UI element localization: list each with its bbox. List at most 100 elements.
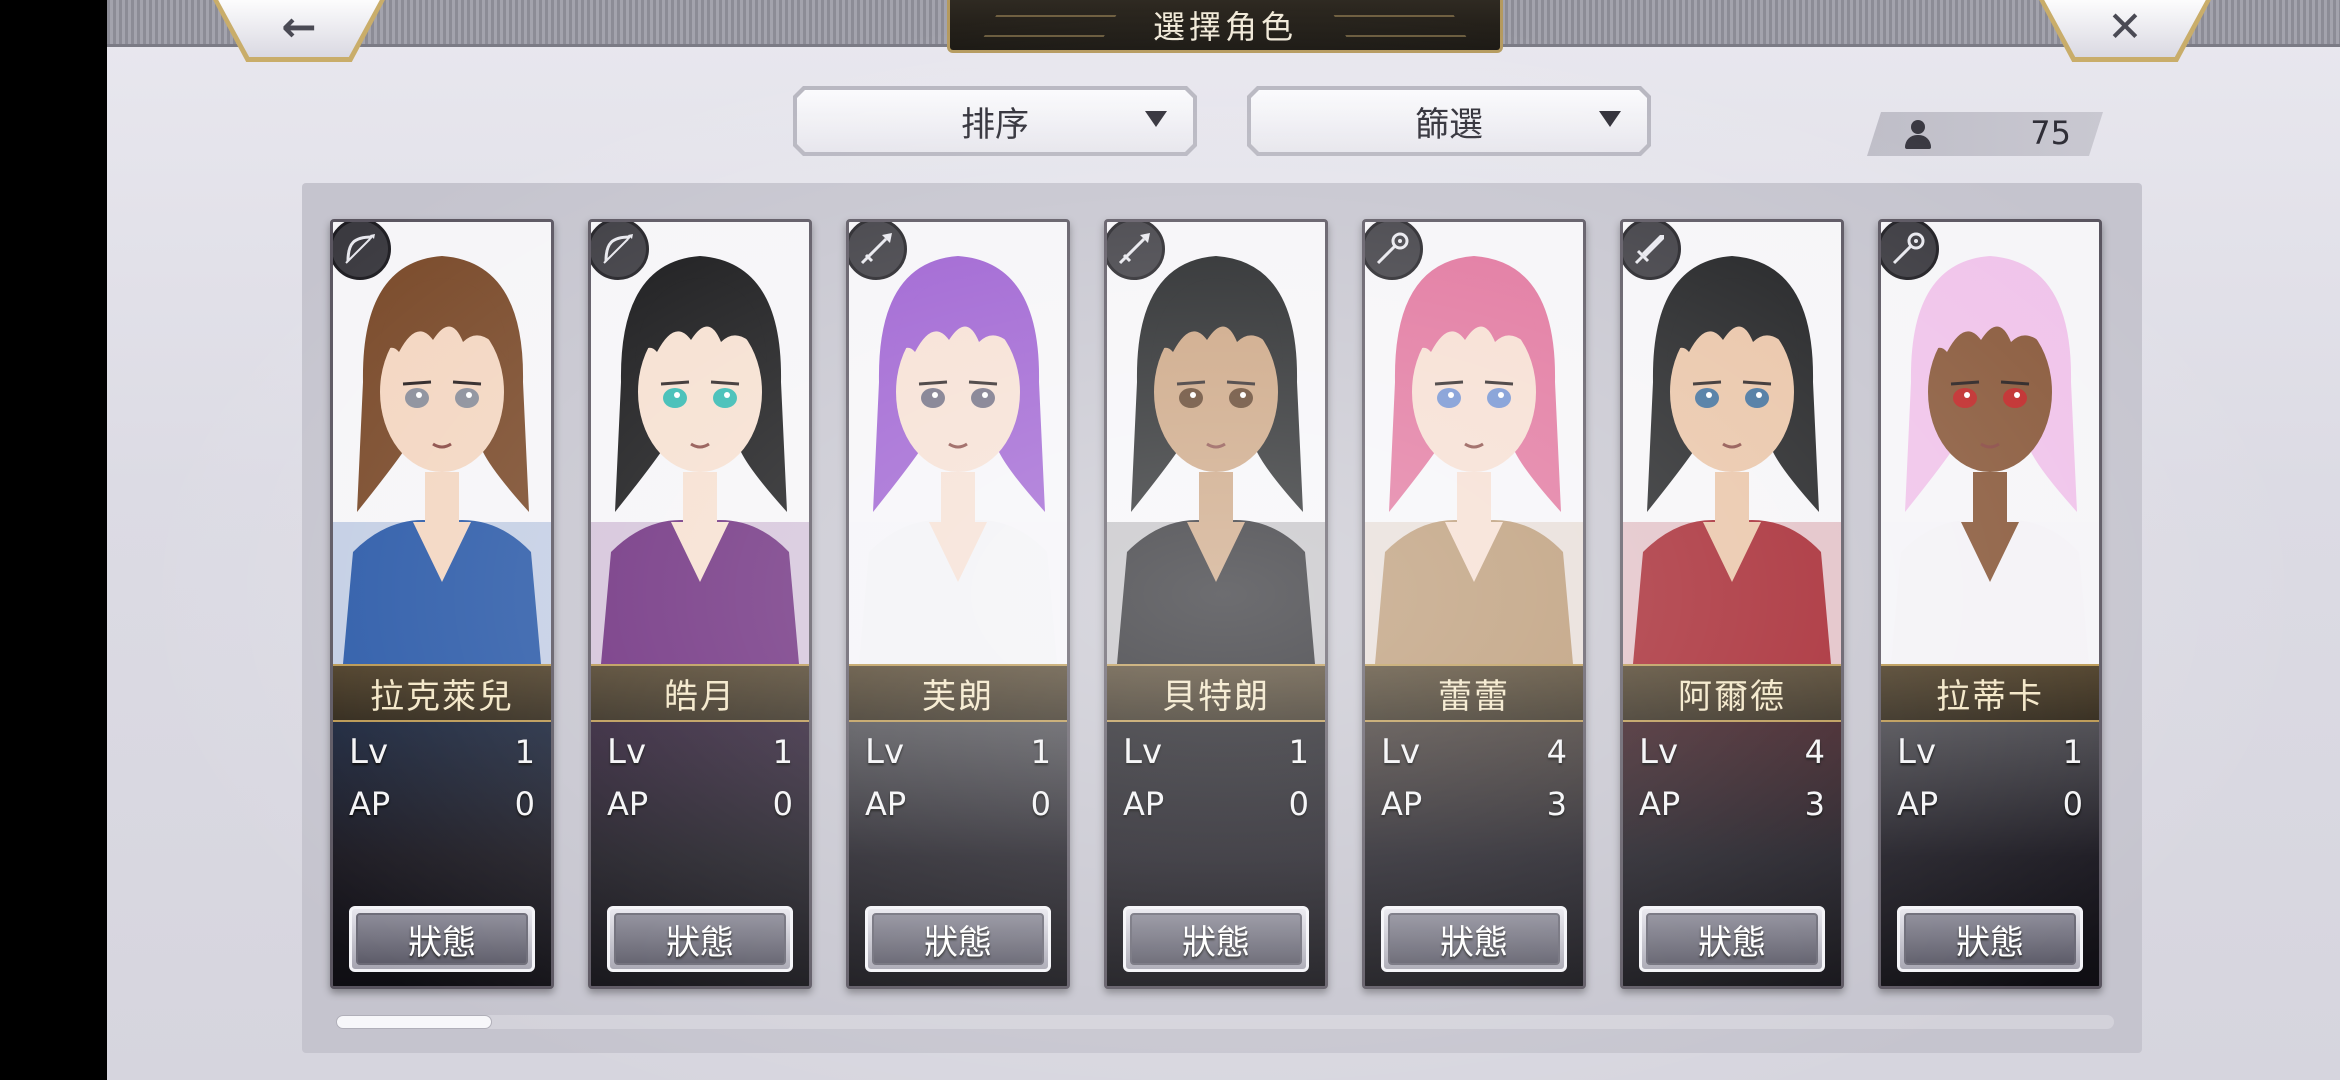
level-label: Lv xyxy=(1897,732,1937,772)
horizontal-scrollbar[interactable] xyxy=(336,1015,2114,1029)
character-portrait[interactable] xyxy=(1365,222,1583,664)
character-count-badge: 75 xyxy=(1867,112,2103,156)
chevron-down-icon xyxy=(1599,111,1621,127)
spear-icon xyxy=(1107,222,1165,280)
bow-icon xyxy=(333,222,391,280)
character-list-panel[interactable]: 拉克萊兒 Lv 1 AP 0 狀態 皓月 Lv 1 AP 0 狀態 芙朗 Lv … xyxy=(302,183,2142,1053)
card-info: 蕾蕾 Lv 4 AP 3 狀態 xyxy=(1365,664,1583,986)
close-icon: ✕ xyxy=(2107,2,2143,51)
character-name: 貝特朗 xyxy=(1107,664,1325,722)
character-name: 拉克萊兒 xyxy=(333,664,551,722)
character-portrait[interactable] xyxy=(1107,222,1325,664)
level-row: Lv 4 xyxy=(1381,730,1567,774)
filter-dropdown[interactable]: 篩選 xyxy=(1247,86,1651,156)
character-name: 芙朗 xyxy=(849,664,1067,722)
sword-icon xyxy=(1623,222,1681,280)
status-button[interactable]: 狀態 xyxy=(1639,906,1825,972)
level-label: Lv xyxy=(349,732,389,772)
back-button[interactable]: ← xyxy=(211,0,387,62)
staff-icon xyxy=(1365,222,1423,280)
ap-label: AP xyxy=(349,785,391,823)
status-button-label: 狀態 xyxy=(1956,922,2024,963)
character-name: 皓月 xyxy=(591,664,809,722)
ap-value: 0 xyxy=(2062,785,2083,823)
level-label: Lv xyxy=(1123,732,1163,772)
ap-row: AP 0 xyxy=(607,782,793,826)
ap-row: AP 0 xyxy=(1123,782,1309,826)
character-portrait[interactable] xyxy=(1881,222,2099,664)
level-row: Lv 1 xyxy=(1897,730,2083,774)
level-value: 4 xyxy=(1546,733,1567,771)
card-info: 芙朗 Lv 1 AP 0 狀態 xyxy=(849,664,1067,986)
character-name: 拉蒂卡 xyxy=(1881,664,2099,722)
card-info: 拉蒂卡 Lv 1 AP 0 狀態 xyxy=(1881,664,2099,986)
ap-value: 3 xyxy=(1804,785,1825,823)
character-card[interactable]: 貝特朗 Lv 1 AP 0 狀態 xyxy=(1104,219,1328,989)
ap-label: AP xyxy=(865,785,907,823)
character-card[interactable]: 拉克萊兒 Lv 1 AP 0 狀態 xyxy=(330,219,554,989)
character-card[interactable]: 芙朗 Lv 1 AP 0 狀態 xyxy=(846,219,1070,989)
character-portrait[interactable] xyxy=(333,222,551,664)
level-value: 4 xyxy=(1804,733,1825,771)
card-info: 貝特朗 Lv 1 AP 0 狀態 xyxy=(1107,664,1325,986)
level-value: 1 xyxy=(514,733,535,771)
level-row: Lv 1 xyxy=(865,730,1051,774)
ap-value: 0 xyxy=(772,785,793,823)
sort-dropdown[interactable]: 排序 xyxy=(793,86,1197,156)
character-portrait[interactable] xyxy=(591,222,809,664)
character-select-screen: ← 選擇角色 ✕ 排序 篩選 75 拉克萊兒 Lv 1 AP 0 狀態 皓月 L… xyxy=(107,0,2340,1080)
level-label: Lv xyxy=(1381,732,1421,772)
status-button[interactable]: 狀態 xyxy=(1123,906,1309,972)
character-portrait[interactable] xyxy=(849,222,1067,664)
scrollbar-thumb[interactable] xyxy=(336,1015,492,1029)
level-label: Lv xyxy=(1639,732,1679,772)
level-row: Lv 1 xyxy=(607,730,793,774)
level-row: Lv 1 xyxy=(1123,730,1309,774)
level-label: Lv xyxy=(865,732,905,772)
close-button[interactable]: ✕ xyxy=(2037,0,2213,62)
ap-value: 0 xyxy=(514,785,535,823)
spear-icon xyxy=(849,222,907,280)
status-button[interactable]: 狀態 xyxy=(1381,906,1567,972)
character-count: 75 xyxy=(2030,114,2071,152)
ap-label: AP xyxy=(1381,785,1423,823)
level-row: Lv 1 xyxy=(349,730,535,774)
character-card[interactable]: 皓月 Lv 1 AP 0 狀態 xyxy=(588,219,812,989)
ap-label: AP xyxy=(1897,785,1939,823)
status-button-label: 狀態 xyxy=(924,922,992,963)
ap-row: AP 0 xyxy=(349,782,535,826)
page-title: 選擇角色 xyxy=(947,0,1503,53)
level-value: 1 xyxy=(1288,733,1309,771)
character-card[interactable]: 拉蒂卡 Lv 1 AP 0 狀態 xyxy=(1878,219,2102,989)
status-button[interactable]: 狀態 xyxy=(1897,906,2083,972)
character-portrait[interactable] xyxy=(1623,222,1841,664)
status-button[interactable]: 狀態 xyxy=(349,906,535,972)
status-button[interactable]: 狀態 xyxy=(607,906,793,972)
status-button[interactable]: 狀態 xyxy=(865,906,1051,972)
staff-icon xyxy=(1881,222,1939,280)
character-name: 阿爾德 xyxy=(1623,664,1841,722)
card-info: 拉克萊兒 Lv 1 AP 0 狀態 xyxy=(333,664,551,986)
character-name: 蕾蕾 xyxy=(1365,664,1583,722)
person-icon xyxy=(1903,120,1933,150)
back-arrow-icon: ← xyxy=(281,2,317,51)
status-button-label: 狀態 xyxy=(408,922,476,963)
ap-row: AP 0 xyxy=(1897,782,2083,826)
sort-label: 排序 xyxy=(961,104,1029,145)
ap-row: AP 3 xyxy=(1381,782,1567,826)
ap-row: AP 3 xyxy=(1639,782,1825,826)
status-button-label: 狀態 xyxy=(666,922,734,963)
character-card[interactable]: 阿爾德 Lv 4 AP 3 狀態 xyxy=(1620,219,1844,989)
ap-value: 3 xyxy=(1546,785,1567,823)
character-card[interactable]: 蕾蕾 Lv 4 AP 3 狀態 xyxy=(1362,219,1586,989)
ap-value: 0 xyxy=(1030,785,1051,823)
level-value: 1 xyxy=(2062,733,2083,771)
bow-icon xyxy=(591,222,649,280)
ap-label: AP xyxy=(1639,785,1681,823)
status-button-label: 狀態 xyxy=(1182,922,1250,963)
card-info: 阿爾德 Lv 4 AP 3 狀態 xyxy=(1623,664,1841,986)
level-row: Lv 4 xyxy=(1639,730,1825,774)
card-info: 皓月 Lv 1 AP 0 狀態 xyxy=(591,664,809,986)
status-button-label: 狀態 xyxy=(1698,922,1766,963)
filter-label: 篩選 xyxy=(1415,104,1483,145)
